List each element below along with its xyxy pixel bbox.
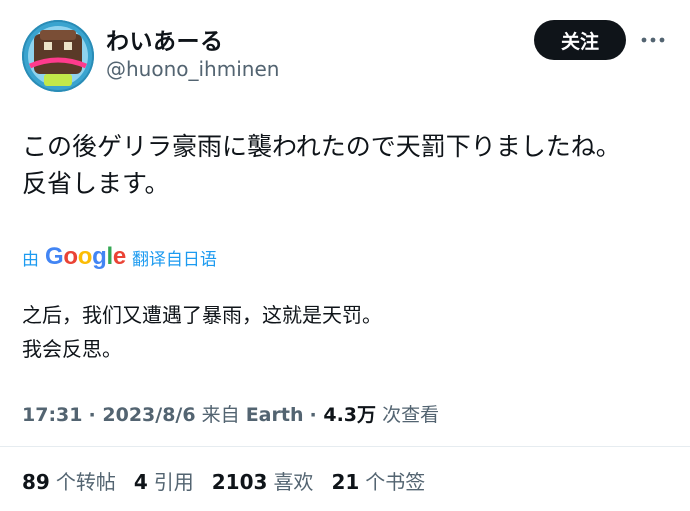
stat-quotes-count: 4 [133,470,148,494]
tweet-time[interactable]: 17:31 [22,404,82,426]
engagement-stats: 89 个转帖 4 引用 2103 喜欢 21 个书签 [22,466,425,495]
source-prefix: 来自 [201,404,240,426]
avatar[interactable] [22,20,94,92]
stat-reposts[interactable]: 89 个转帖 [22,466,116,495]
translated-line-1: 之后，我们又遭遇了暴雨，这就是天罚。 [22,303,382,327]
author-handle[interactable]: @huono_ihminen [106,57,279,81]
translation-prefix: 由 [22,249,39,270]
stat-bookmarks-count: 21 [331,470,360,494]
more-horizontal-icon[interactable] [640,30,666,50]
stat-likes-label: 喜欢 [273,470,314,494]
translation-attribution[interactable]: 由 Google 翻译自日语 [22,243,217,271]
translation-label: 翻译自日语 [131,249,217,270]
stat-bookmarks-label: 个书签 [365,470,426,494]
translated-line-2: 我会反思。 [22,337,122,361]
author-name[interactable]: わいあーる [106,22,224,56]
tweet-line-2: 反省します。 [22,169,170,198]
translated-text: 之后，我们又遭遇了暴雨，这就是天罚。 我会反思。 [22,298,672,366]
google-logo: Google [45,243,126,270]
tweet-source: Earth [245,404,304,426]
tweet-meta: 17:31 · 2023/8/6 来自 Earth · 4.3万 次查看 [22,404,440,426]
stat-reposts-label: 个转帖 [55,470,116,494]
stat-likes[interactable]: 2103 喜欢 [212,466,314,495]
stat-quotes[interactable]: 4 引用 [134,466,194,495]
tweet-date[interactable]: 2023/8/6 [102,404,195,426]
stat-reposts-count: 89 [22,470,50,494]
stat-likes-count: 2103 [211,470,268,494]
views-count: 4.3万 [323,404,377,426]
stat-bookmarks[interactable]: 21 个书签 [331,466,425,495]
stat-quotes-label: 引用 [153,470,194,494]
tweet-text: この後ゲリラ豪雨に襲われたので天罰下りましたね。 反省します。 [22,128,672,202]
tweet-line-1: この後ゲリラ豪雨に襲われたので天罰下りましたね。 [22,132,621,161]
avatar-image [22,20,94,92]
divider [0,446,690,447]
views-label: 次查看 [382,404,440,426]
follow-button[interactable]: 关注 [534,20,626,60]
